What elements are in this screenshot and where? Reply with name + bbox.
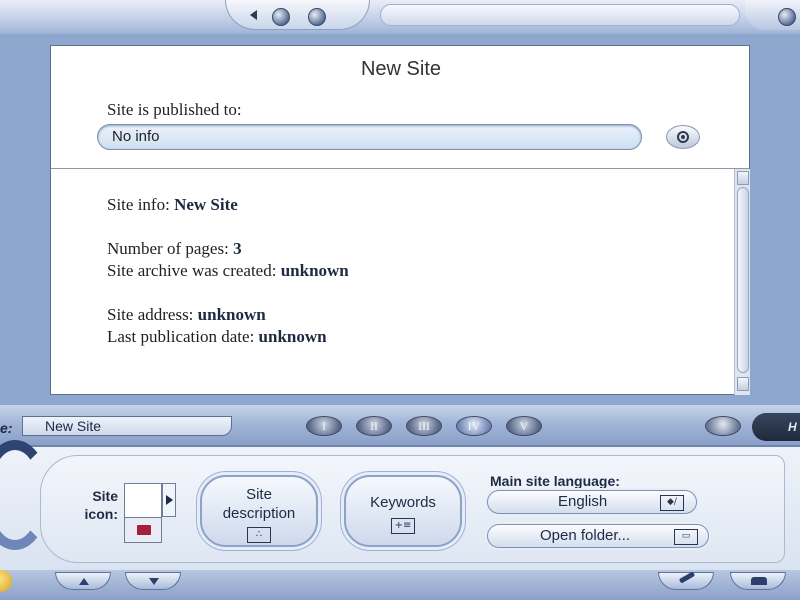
keywords-button[interactable]: Keywords +≡ — [344, 475, 462, 547]
site-icon-folder-button[interactable] — [124, 517, 162, 543]
folder-icon — [137, 525, 151, 535]
tab-ii[interactable]: II — [356, 416, 392, 436]
address-line: Site address: unknown — [107, 305, 266, 324]
tab-i[interactable]: I — [306, 416, 342, 436]
site-description-button[interactable]: Site description ∴ — [200, 475, 318, 547]
archive-line: Site archive was created: unknown — [107, 261, 349, 280]
tab-iv[interactable]: IV — [456, 416, 492, 436]
help-button[interactable]: H — [752, 413, 800, 441]
scroll-thumb[interactable] — [737, 187, 749, 373]
address-value: unknown — [197, 305, 266, 324]
down-arrow-icon — [149, 578, 159, 585]
published-to-field[interactable]: No info — [97, 124, 642, 150]
description-icon: ∴ — [247, 527, 271, 543]
vertical-scrollbar[interactable] — [734, 169, 750, 395]
pages-line: Number of pages: 3 — [107, 239, 242, 258]
site-info-panel: New Site Site is published to: No info S… — [50, 45, 750, 395]
site-info-line: Site info: New Site — [107, 195, 238, 214]
site-info-text: Site info: New Site Number of pages: 3 S… — [107, 194, 707, 348]
tab-iii[interactable]: III — [406, 416, 442, 436]
pages-value: 3 — [233, 239, 242, 258]
site-icon-next-button[interactable] — [162, 483, 176, 517]
top-tab — [225, 0, 370, 30]
site-name-field[interactable]: New Site — [22, 416, 232, 436]
page-title: New Site — [360, 58, 442, 80]
settings-icon[interactable] — [705, 416, 741, 436]
close-icon[interactable] — [778, 8, 796, 26]
globe-icon[interactable] — [272, 8, 290, 26]
language-icon: ◆∕ — [660, 495, 684, 511]
site-info-value: New Site — [174, 195, 238, 214]
view-site-button[interactable] — [666, 125, 700, 149]
tools-icon — [678, 571, 696, 584]
eye-icon — [677, 131, 689, 143]
archive-value: unknown — [280, 261, 349, 280]
folder-icon: ▭ — [674, 529, 698, 545]
publication-value: unknown — [258, 327, 327, 346]
top-decoration — [380, 4, 740, 26]
scroll-up-icon[interactable] — [737, 171, 749, 185]
site-icon-label: Site icon: — [84, 488, 118, 522]
tab-v[interactable]: V — [506, 416, 542, 436]
menu-icon[interactable] — [308, 8, 326, 26]
open-folder-button[interactable]: Open folder... ▭ — [487, 524, 709, 548]
panel-divider — [51, 168, 749, 169]
publication-line: Last publication date: unknown — [107, 327, 327, 346]
upload-icon — [751, 577, 767, 585]
name-prefix: e: — [0, 420, 13, 436]
up-arrow-icon — [79, 578, 89, 585]
published-label: Site is published to: — [107, 100, 242, 119]
keywords-icon: +≡ — [391, 518, 415, 534]
back-arrow-icon[interactable] — [250, 10, 257, 20]
scroll-down-icon[interactable] — [737, 377, 749, 391]
language-label: Main site language: — [490, 473, 620, 489]
language-select[interactable]: English ◆∕ — [487, 490, 697, 514]
language-value: English — [558, 493, 608, 510]
